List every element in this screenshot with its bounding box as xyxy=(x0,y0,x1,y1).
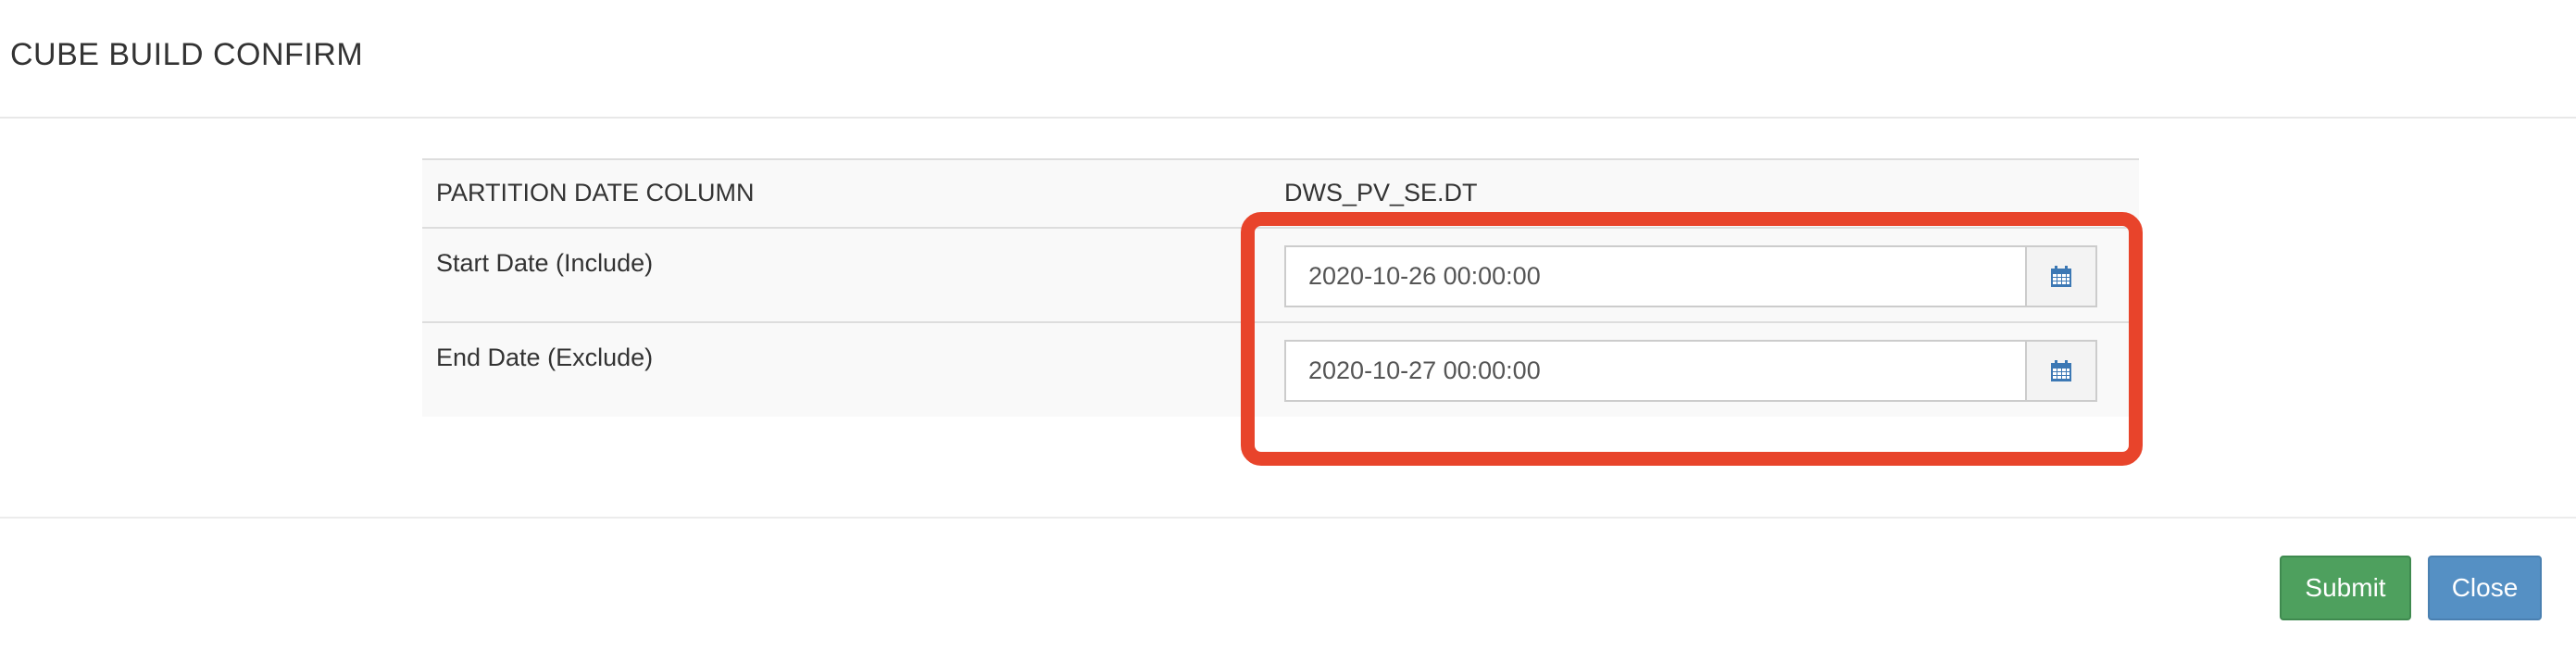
modal-header: CUBE BUILD CONFIRM xyxy=(0,0,2576,119)
end-date-input[interactable] xyxy=(1284,340,2025,402)
close-button[interactable]: Close xyxy=(2428,556,2542,620)
partition-date-column-value: DWS_PV_SE.DT xyxy=(1284,179,1478,206)
table-row-start-date: Start Date (Include) xyxy=(422,227,2139,322)
table-row-partition: PARTITION DATE COLUMN DWS_PV_SE.DT xyxy=(422,159,2139,228)
modal-body: PARTITION DATE COLUMN DWS_PV_SE.DT Start… xyxy=(0,119,2576,519)
modal-title: CUBE BUILD CONFIRM xyxy=(10,37,364,72)
end-date-label: End Date (Exclude) xyxy=(422,321,1284,417)
end-date-calendar-button[interactable] xyxy=(2025,340,2097,402)
end-date-picker xyxy=(1284,340,2097,402)
build-settings-table: PARTITION DATE COLUMN DWS_PV_SE.DT Start… xyxy=(422,158,2139,417)
modal-footer: Submit Close xyxy=(0,517,2576,650)
start-date-input[interactable] xyxy=(1284,245,2025,307)
calendar-icon xyxy=(2051,359,2071,381)
submit-button[interactable]: Submit xyxy=(2280,556,2411,620)
start-date-label: Start Date (Include) xyxy=(422,227,1284,322)
start-date-calendar-button[interactable] xyxy=(2025,245,2097,307)
end-date-cell xyxy=(1284,321,2139,417)
table-row-end-date: End Date (Exclude) xyxy=(422,321,2139,417)
partition-date-column-label: PARTITION DATE COLUMN xyxy=(436,179,755,206)
cube-build-confirm-modal: CUBE BUILD CONFIRM PARTITION DATE COLUMN… xyxy=(0,0,2576,650)
calendar-icon xyxy=(2051,265,2071,287)
start-date-cell xyxy=(1284,227,2139,322)
start-date-picker xyxy=(1284,245,2097,307)
